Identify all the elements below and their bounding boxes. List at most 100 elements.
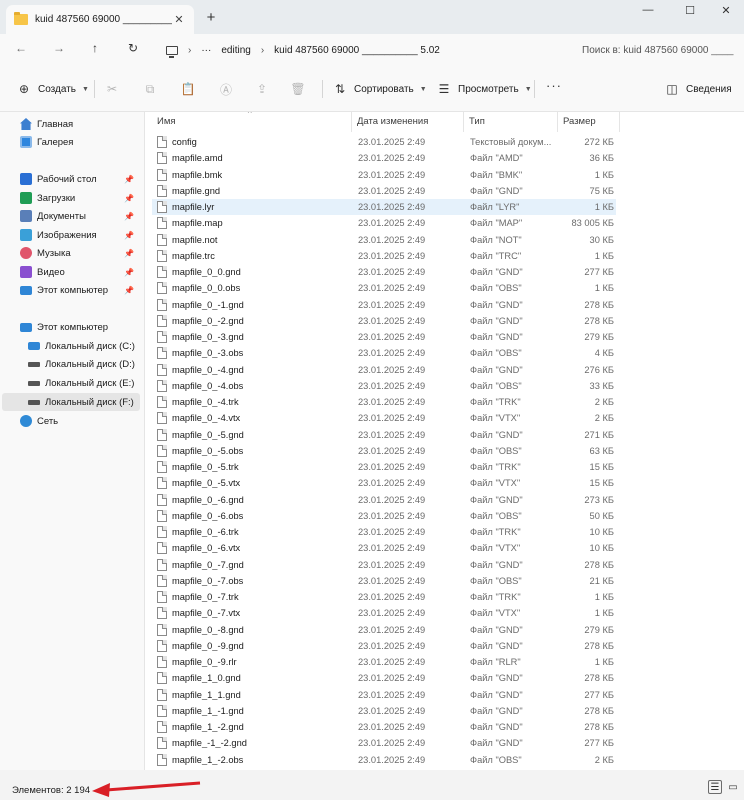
sidebar-item[interactable]: Загрузки 📌 — [2, 189, 140, 207]
table-row[interactable]: mapfile_0_0.gnd 23.01.2025 2:49 Файл "GND"… — [152, 264, 616, 280]
column-header-name[interactable]: Имя — [157, 116, 176, 127]
table-row[interactable]: mapfile_0_-8.gnd 23.01.2025 2:49 Файл "GND… — [152, 622, 616, 638]
up-button[interactable]: ↑ — [84, 41, 106, 59]
rename-button[interactable]: Ⓐ — [218, 80, 234, 98]
table-row[interactable]: mapfile_0_-5.vtx 23.01.2025 2:49 Файл "VTX… — [152, 475, 616, 491]
file-size: 278 КБ — [584, 705, 614, 716]
details-button[interactable]: ◫ Сведения — [664, 80, 731, 98]
column-header-size[interactable]: Размер — [563, 116, 596, 127]
paste-button[interactable]: 📋 — [180, 80, 196, 98]
column-header-date[interactable]: Дата изменения — [357, 116, 428, 127]
table-row[interactable]: mapfile_1_-2.gnd 23.01.2025 2:49 Файл "GND… — [152, 719, 616, 735]
column-resizer[interactable] — [557, 112, 558, 132]
sidebar-item[interactable]: Этот компьютер 📌 — [2, 281, 140, 299]
details-view-button[interactable]: ☰ — [708, 780, 722, 794]
table-row[interactable]: mapfile_-1_-2.gnd 23.01.2025 2:49 Файл "GN… — [152, 735, 616, 751]
table-row[interactable]: mapfile_0_-5.obs 23.01.2025 2:49 Файл "OBS… — [152, 443, 616, 459]
file-name: mapfile_0_-6.gnd — [172, 494, 244, 505]
table-row[interactable]: mapfile_0_-6.trk 23.01.2025 2:49 Файл "TRK… — [152, 524, 616, 540]
table-row[interactable]: mapfile_0_-7.trk 23.01.2025 2:49 Файл "TRK… — [152, 589, 616, 605]
close-window-button[interactable]: ✕ — [712, 4, 740, 22]
share-button[interactable]: ⇪ — [254, 80, 270, 98]
table-row[interactable]: mapfile_1_0.gnd 23.01.2025 2:49 Файл "GND"… — [152, 670, 616, 686]
sidebar-item[interactable]: Рабочий стол 📌 — [2, 170, 140, 188]
table-row[interactable]: mapfile_1_1.gnd 23.01.2025 2:49 Файл "GND"… — [152, 687, 616, 703]
sidebar-item[interactable]: Сеть — [2, 412, 140, 430]
file-size: 1 КБ — [594, 657, 614, 668]
file-name: mapfile_0_-4.trk — [172, 397, 239, 408]
table-row[interactable]: mapfile_0_-2.gnd 23.01.2025 2:49 Файл "GND… — [152, 313, 616, 329]
table-row[interactable]: mapfile.trc 23.01.2025 2:49 Файл "TRC" 1 КБ — [152, 248, 616, 264]
table-row[interactable]: config 23.01.2025 2:49 Текстовый докум... 2… — [152, 134, 616, 150]
table-row[interactable]: mapfile_0_-5.gnd 23.01.2025 2:49 Файл "GND… — [152, 427, 616, 443]
cut-button[interactable]: ✂ — [104, 80, 120, 98]
sidebar-item[interactable]: Документы 📌 — [2, 207, 140, 225]
more-options-button[interactable]: ··· — [546, 78, 562, 93]
file-date: 23.01.2025 2:49 — [358, 185, 426, 196]
explorer-tab[interactable]: kuid 487560 69000 _________ ✕ — [6, 5, 194, 34]
new-tab-button[interactable]: + — [202, 9, 220, 26]
pin-icon: 📌 — [124, 193, 134, 203]
forward-button[interactable]: → — [48, 41, 70, 59]
table-row[interactable]: mapfile_0_-7.gnd 23.01.2025 2:49 Файл "GND… — [152, 557, 616, 573]
search-input[interactable]: Поиск в: kuid 487560 69000 ____ — [574, 38, 744, 62]
sidebar-item[interactable]: Главная — [2, 115, 140, 133]
file-date: 23.01.2025 2:49 — [358, 153, 426, 164]
table-row[interactable]: mapfile_0_-7.obs 23.01.2025 2:49 Файл "OBS… — [152, 573, 616, 589]
sidebar-item[interactable]: Локальный диск (C:) — [2, 337, 140, 355]
view-button[interactable]: ☰ Просмотреть ▼ — [436, 80, 532, 98]
delete-button[interactable]: 🗑 — [290, 80, 306, 98]
table-row[interactable]: mapfile.lyr 23.01.2025 2:49 Файл "LYR" 1 КБ — [152, 199, 616, 216]
sidebar-item[interactable]: Локальный диск (F:) — [2, 393, 140, 411]
copy-button[interactable]: ⧉ — [142, 80, 158, 98]
table-row[interactable]: mapfile_1_-1.gnd 23.01.2025 2:49 Файл "GND… — [152, 703, 616, 719]
table-row[interactable]: mapfile.bmk 23.01.2025 2:49 Файл "BMK" 1 КБ — [152, 167, 616, 183]
table-row[interactable]: mapfile.gnd 23.01.2025 2:49 Файл "GND" 75 К… — [152, 183, 616, 199]
refresh-button[interactable]: ↻ — [122, 41, 144, 59]
minimize-button[interactable]: — — [634, 4, 662, 22]
table-row[interactable]: mapfile_0_0.obs 23.01.2025 2:49 Файл "OBS"… — [152, 280, 616, 296]
path-overflow[interactable]: ··· — [201, 45, 211, 56]
table-row[interactable]: mapfile.map 23.01.2025 2:49 Файл "MAP" 83 0… — [152, 215, 616, 231]
table-row[interactable]: mapfile_0_-4.obs 23.01.2025 2:49 Файл "OBS… — [152, 378, 616, 394]
table-row[interactable]: mapfile_0_-4.gnd 23.01.2025 2:49 Файл "GND… — [152, 362, 616, 378]
sidebar-item[interactable]: Этот компьютер — [2, 318, 140, 336]
sort-button[interactable]: ⇅ Сортировать ▼ — [332, 80, 427, 98]
column-resizer[interactable] — [619, 112, 620, 132]
table-row[interactable]: mapfile_0_-3.obs 23.01.2025 2:49 Файл "OBS… — [152, 345, 616, 361]
sidebar-item[interactable]: Видео 📌 — [2, 263, 140, 281]
vertical-scrollbar[interactable] — [739, 118, 742, 758]
table-row[interactable]: mapfile_0_-6.vtx 23.01.2025 2:49 Файл "VTX… — [152, 540, 616, 556]
drive-c-icon — [28, 342, 40, 350]
breadcrumb-current-folder[interactable]: kuid 487560 69000 __________ 5.02 — [274, 45, 440, 56]
table-row[interactable]: mapfile.amd 23.01.2025 2:49 Файл "AMD" 36 К… — [152, 150, 616, 166]
file-date: 23.01.2025 2:49 — [358, 559, 426, 570]
table-row[interactable]: mapfile_0_-4.trk 23.01.2025 2:49 Файл "TRK… — [152, 394, 616, 410]
sidebar-item[interactable]: Локальный диск (E:) — [2, 374, 140, 392]
table-row[interactable]: mapfile_0_-9.gnd 23.01.2025 2:49 Файл "GND… — [152, 638, 616, 654]
column-resizer[interactable] — [351, 112, 352, 132]
table-row[interactable]: mapfile_0_-5.trk 23.01.2025 2:49 Файл "TRK… — [152, 459, 616, 475]
sidebar-item[interactable]: Музыка 📌 — [2, 244, 140, 262]
table-row[interactable]: mapfile_0_-6.gnd 23.01.2025 2:49 Файл "GND… — [152, 492, 616, 508]
table-row[interactable]: mapfile_0_-1.gnd 23.01.2025 2:49 Файл "GND… — [152, 297, 616, 313]
column-resizer[interactable] — [463, 112, 464, 132]
column-header-type[interactable]: Тип — [469, 116, 485, 127]
address-path[interactable]: › ··· editing › kuid 487560 69000 ______… — [158, 38, 564, 62]
table-row[interactable]: mapfile_0_-7.vtx 23.01.2025 2:49 Файл "VTX… — [152, 605, 616, 621]
sidebar-item[interactable]: Изображения 📌 — [2, 226, 140, 244]
table-row[interactable]: mapfile_0_-6.obs 23.01.2025 2:49 Файл "OBS… — [152, 508, 616, 524]
sidebar-item[interactable]: Локальный диск (D:) — [2, 355, 140, 373]
tab-close-icon[interactable]: ✕ — [172, 13, 186, 26]
table-row[interactable]: mapfile_0_-4.vtx 23.01.2025 2:49 Файл "VTX… — [152, 410, 616, 426]
table-row[interactable]: mapfile_0_-3.gnd 23.01.2025 2:49 Файл "GND… — [152, 329, 616, 345]
table-row[interactable]: mapfile.not 23.01.2025 2:49 Файл "NOT" 30 К… — [152, 232, 616, 248]
table-row[interactable]: mapfile_1_-2.obs 23.01.2025 2:49 Файл "OBS… — [152, 752, 616, 768]
maximize-button[interactable]: ☐ — [676, 4, 704, 22]
table-row[interactable]: mapfile_0_-9.rlr 23.01.2025 2:49 Файл "RLR… — [152, 654, 616, 670]
create-button[interactable]: ⊕ Создать ▼ — [16, 80, 89, 98]
back-button[interactable]: ← — [10, 41, 32, 59]
breadcrumb-editing[interactable]: editing — [221, 45, 250, 56]
sidebar-item[interactable]: Галерея — [2, 133, 140, 151]
tiles-view-button[interactable]: ▭ — [726, 780, 740, 794]
